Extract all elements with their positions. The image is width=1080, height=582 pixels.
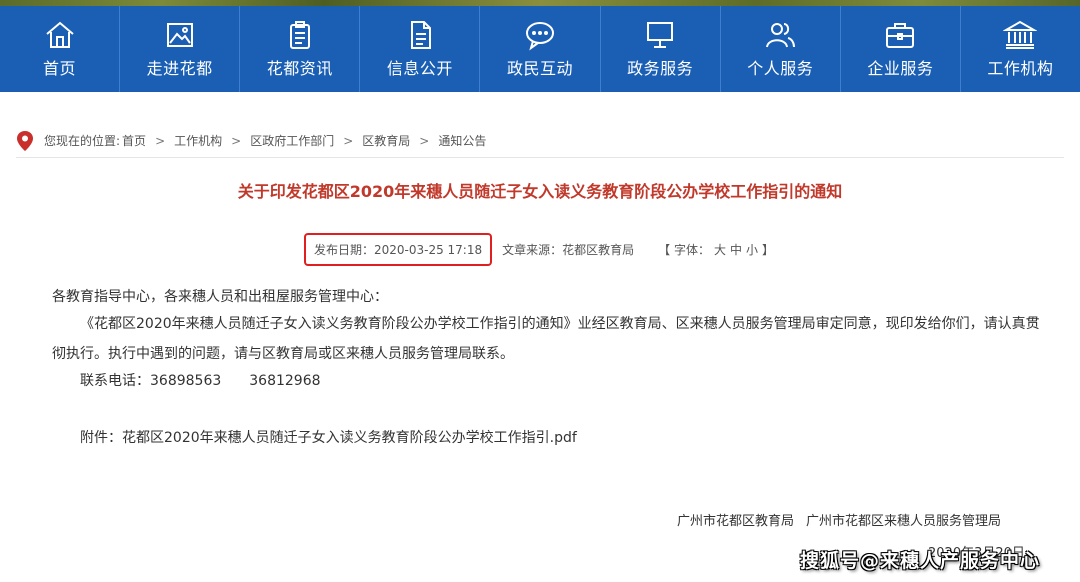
breadcrumb-item-notices[interactable]: 通知公告: [438, 132, 486, 149]
watermark: 搜狐号@来穗人产服务中心: [800, 550, 1041, 572]
monitor-icon: [647, 22, 674, 48]
nav-label: 走进花都: [146, 59, 213, 78]
signature: 广州市花都区教育局 广州市花都区来穗人员服务管理局: [677, 510, 1001, 529]
briefcase-icon: [886, 23, 915, 48]
nav-label: 信息公开: [386, 59, 453, 78]
breadcrumb-separator: >: [343, 133, 354, 148]
font-size-large-button[interactable]: 大: [714, 243, 726, 257]
nav-item-business-services[interactable]: 企业服务: [841, 6, 961, 92]
breadcrumb-item-institutions[interactable]: 工作机构: [174, 132, 222, 149]
nav-item-disclosure[interactable]: 信息公开: [360, 6, 481, 92]
breadcrumb-separator: >: [231, 133, 242, 148]
body-paragraph-text: 《花都区2020年来穗人员随迁子女入读义务教育阶段公办学校工作指引的通知》业经区…: [52, 316, 1040, 362]
attachment: 附件：花都区2020年来穗人员随迁子女入读义务教育阶段公办学校工作指引.pdf: [80, 423, 1070, 453]
nav-label: 首页: [43, 59, 77, 78]
font-size-control: 【 字体： 大中小】: [658, 241, 774, 258]
nav-label: 个人服务: [747, 59, 814, 78]
clipboard-icon: [289, 21, 310, 49]
breadcrumb-item-education-bureau[interactable]: 区教育局: [362, 132, 410, 149]
font-size-small-button[interactable]: 小: [746, 243, 758, 257]
article-meta: 发布日期：2020-03-25 17:18 文章来源：花都区教育局 【 字体： 大…: [0, 233, 1080, 266]
building-icon: [1003, 20, 1038, 49]
article-source: 文章来源：花都区教育局: [502, 243, 635, 257]
main-nav: 首页 走进花都 花都资讯 信息公开 政民互动 政务服务 个人服务 企业服务 工作…: [0, 6, 1080, 92]
attachment-prefix: 附件：: [80, 430, 122, 446]
publish-date: 发布日期：2020-03-25 17:18: [313, 243, 483, 257]
nav-label: 政民互动: [506, 59, 573, 78]
body-paragraph: 《花都区2020年来穗人员随迁子女入读义务教育阶段公办学校工作指引的通知》业经区…: [52, 309, 1042, 369]
picture-icon: [166, 23, 193, 47]
breadcrumb-separator: >: [419, 133, 430, 148]
breadcrumb: 您现在的位置: 首页 > 工作机构 > 区政府工作部门 > 区教育局 > 通知公…: [16, 124, 1064, 158]
location-pin-icon: [17, 130, 33, 151]
nav-label: 花都资讯: [266, 59, 333, 78]
article-title: 关于印发花都区2020年来穗人员随迁子女入读义务教育阶段公办学校工作指引的通知: [237, 182, 843, 201]
salutation: 各教育指导中心，各来穗人员和出租屋服务管理中心：: [52, 289, 388, 305]
breadcrumb-separator: >: [155, 133, 166, 148]
nav-label: 工作机构: [987, 59, 1054, 78]
nav-label: 企业服务: [867, 59, 934, 78]
nav-item-home[interactable]: 首页: [0, 6, 121, 92]
document-icon: [410, 21, 431, 49]
nav-item-about[interactable]: 走进花都: [120, 6, 241, 92]
nav-item-institutions[interactable]: 工作机构: [961, 6, 1080, 92]
signature-education-bureau: 广州市花都区教育局: [677, 514, 795, 529]
nav-item-personal-services[interactable]: 个人服务: [721, 6, 841, 92]
font-size-medium-button[interactable]: 中: [730, 243, 742, 257]
attachment-link[interactable]: 花都区2020年来穗人员随迁子女入读义务教育阶段公办学校工作指引.pdf: [122, 430, 577, 446]
nav-item-news[interactable]: 花都资讯: [240, 6, 361, 92]
home-icon: [45, 21, 74, 48]
breadcrumb-prefix: 您现在的位置:: [44, 134, 121, 148]
font-size-prefix: 【 字体：: [658, 243, 710, 257]
breadcrumb-item-home[interactable]: 首页: [122, 132, 146, 149]
font-size-suffix: 】: [762, 243, 775, 257]
nav-item-gov-services[interactable]: 政务服务: [601, 6, 721, 92]
chat-icon: [525, 22, 554, 51]
nav-item-interaction[interactable]: 政民互动: [480, 6, 601, 92]
signature-migrant-bureau: 广州市花都区来穗人员服务管理局: [806, 514, 1002, 529]
contact-phone: 联系电话：36898563 36812968: [80, 373, 321, 389]
people-icon: [766, 23, 796, 48]
publish-date-highlight: 发布日期：2020-03-25 17:18: [303, 233, 493, 266]
breadcrumb-item-departments[interactable]: 区政府工作部门: [250, 132, 334, 149]
nav-label: 政务服务: [627, 59, 694, 78]
